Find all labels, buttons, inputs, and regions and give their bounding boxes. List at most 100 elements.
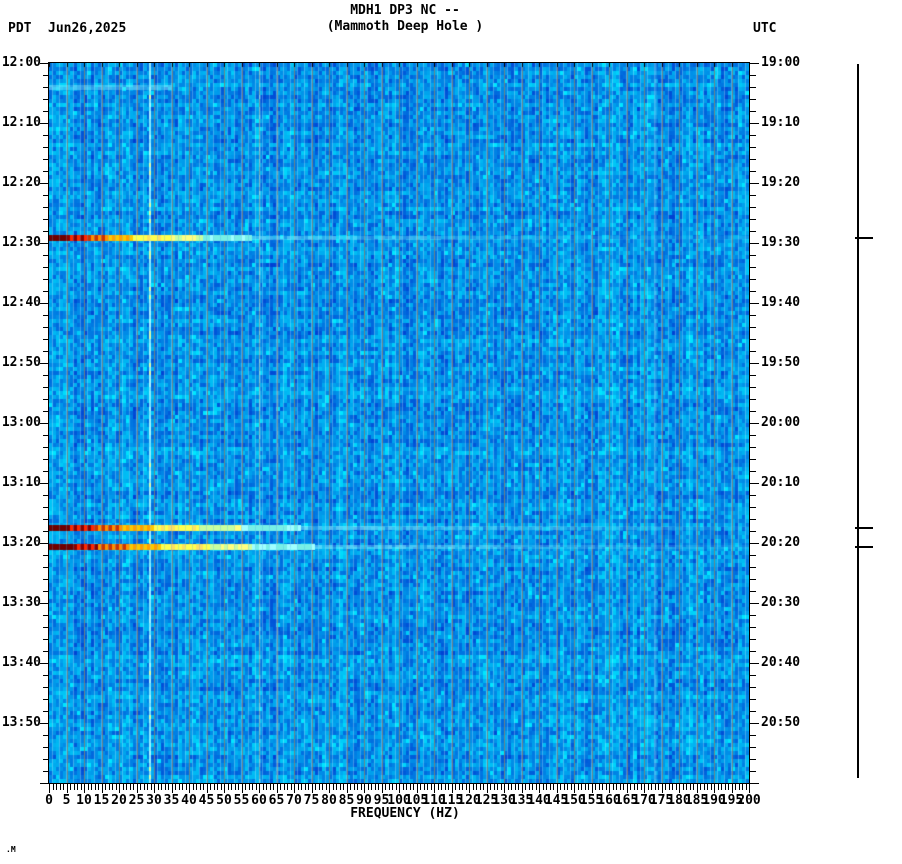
freq-tick [147,784,148,790]
right-time-label: 20:30 [761,595,801,610]
freq-tick [294,784,295,793]
left-time-tick [43,555,49,556]
freq-tick [318,784,320,790]
freq-tick [532,784,533,790]
left-time-tick [43,387,49,388]
freq-tick [150,784,152,790]
right-time-label: 19:30 [761,235,801,250]
freq-tick [640,784,642,790]
freq-tick [427,784,428,790]
right-time-tick [750,663,759,664]
freq-tick [63,784,64,790]
freq-tick [217,784,218,790]
freq-tick [490,784,491,790]
freq-tick [157,784,159,790]
freq-tick [409,784,411,790]
right-time-tick [750,603,759,604]
spectrogram-canvas [49,63,749,783]
right-time-tick [750,63,759,64]
freq-tick [94,784,96,790]
right-time-tick [750,123,759,124]
freq-tick [574,784,575,793]
freq-tick [49,784,50,793]
left-time-tick [40,723,49,724]
right-time-tick [750,699,756,700]
freq-tick [605,784,607,790]
left-time-tick [43,327,49,328]
right-time-tick [750,423,759,424]
right-time-label: 19:40 [761,295,801,310]
left-time-label: 13:00 [1,415,41,430]
right-time-tick [750,339,756,340]
right-time-label: 19:00 [761,55,801,70]
left-time-tick [43,579,49,580]
freq-tick [283,784,285,790]
freq-tick [87,784,89,790]
freq-tick [661,784,663,793]
freq-tick [59,784,61,790]
right-time-tick [750,711,756,712]
freq-tick [73,784,75,790]
freq-tick [700,784,701,790]
right-time-tick [750,411,756,412]
freq-tick [203,784,204,790]
freq-tick [570,784,572,790]
freq-tick [451,784,453,793]
freq-tick [616,784,617,790]
freq-tick [542,784,544,790]
freq-tick [381,784,383,793]
freq-tick [644,784,645,793]
left-time-tick [43,447,49,448]
freq-tick [444,784,446,790]
freq-tick [171,784,173,793]
freq-tick [231,784,232,790]
right-time-tick [750,759,756,760]
freq-tick [588,784,589,790]
page-title: MDH1 DP3 NC -- [350,3,460,18]
freq-tick [423,784,425,790]
left-time-tick [40,243,49,244]
right-time-tick [750,651,756,652]
right-time-label: 20:40 [761,655,801,670]
left-time-tick [43,651,49,652]
freq-tick [553,784,554,790]
freq-tick [626,784,628,793]
freq-tick [556,784,558,793]
freq-tick [500,784,502,790]
freq-tick [434,784,435,793]
right-time-tick [750,639,756,640]
freq-tick [290,784,292,790]
left-time-tick [43,591,49,592]
timezone-left-label: PDT [8,21,32,36]
freq-tick [731,784,733,793]
freq-tick [458,784,460,790]
freq-tick [598,784,600,790]
freq-tick [227,784,229,790]
freq-tick [252,784,253,790]
freq-tick [686,784,687,790]
freq-tick [346,784,348,793]
freq-tick [140,784,141,790]
right-time-tick [750,183,759,184]
left-time-tick [43,735,49,736]
left-time-tick [43,219,49,220]
right-time-tick [750,387,756,388]
right-time-tick [750,255,756,256]
right-time-tick [750,231,756,232]
freq-tick [98,784,99,790]
left-time-tick [43,99,49,100]
freq-tick [301,784,302,790]
freq-tick [371,784,372,790]
date-label: Jun26,2025 [48,21,127,36]
freq-tick [402,784,404,790]
right-time-tick [750,555,756,556]
amplitude-scale-bar [857,64,859,778]
freq-tick [269,784,271,790]
freq-tick [385,784,386,790]
timezone-right-label: UTC [753,21,777,36]
freq-tick [430,784,432,790]
right-time-label: 20:00 [761,415,801,430]
right-time-tick [750,351,756,352]
right-time-tick [750,687,756,688]
freq-tick [486,784,488,793]
